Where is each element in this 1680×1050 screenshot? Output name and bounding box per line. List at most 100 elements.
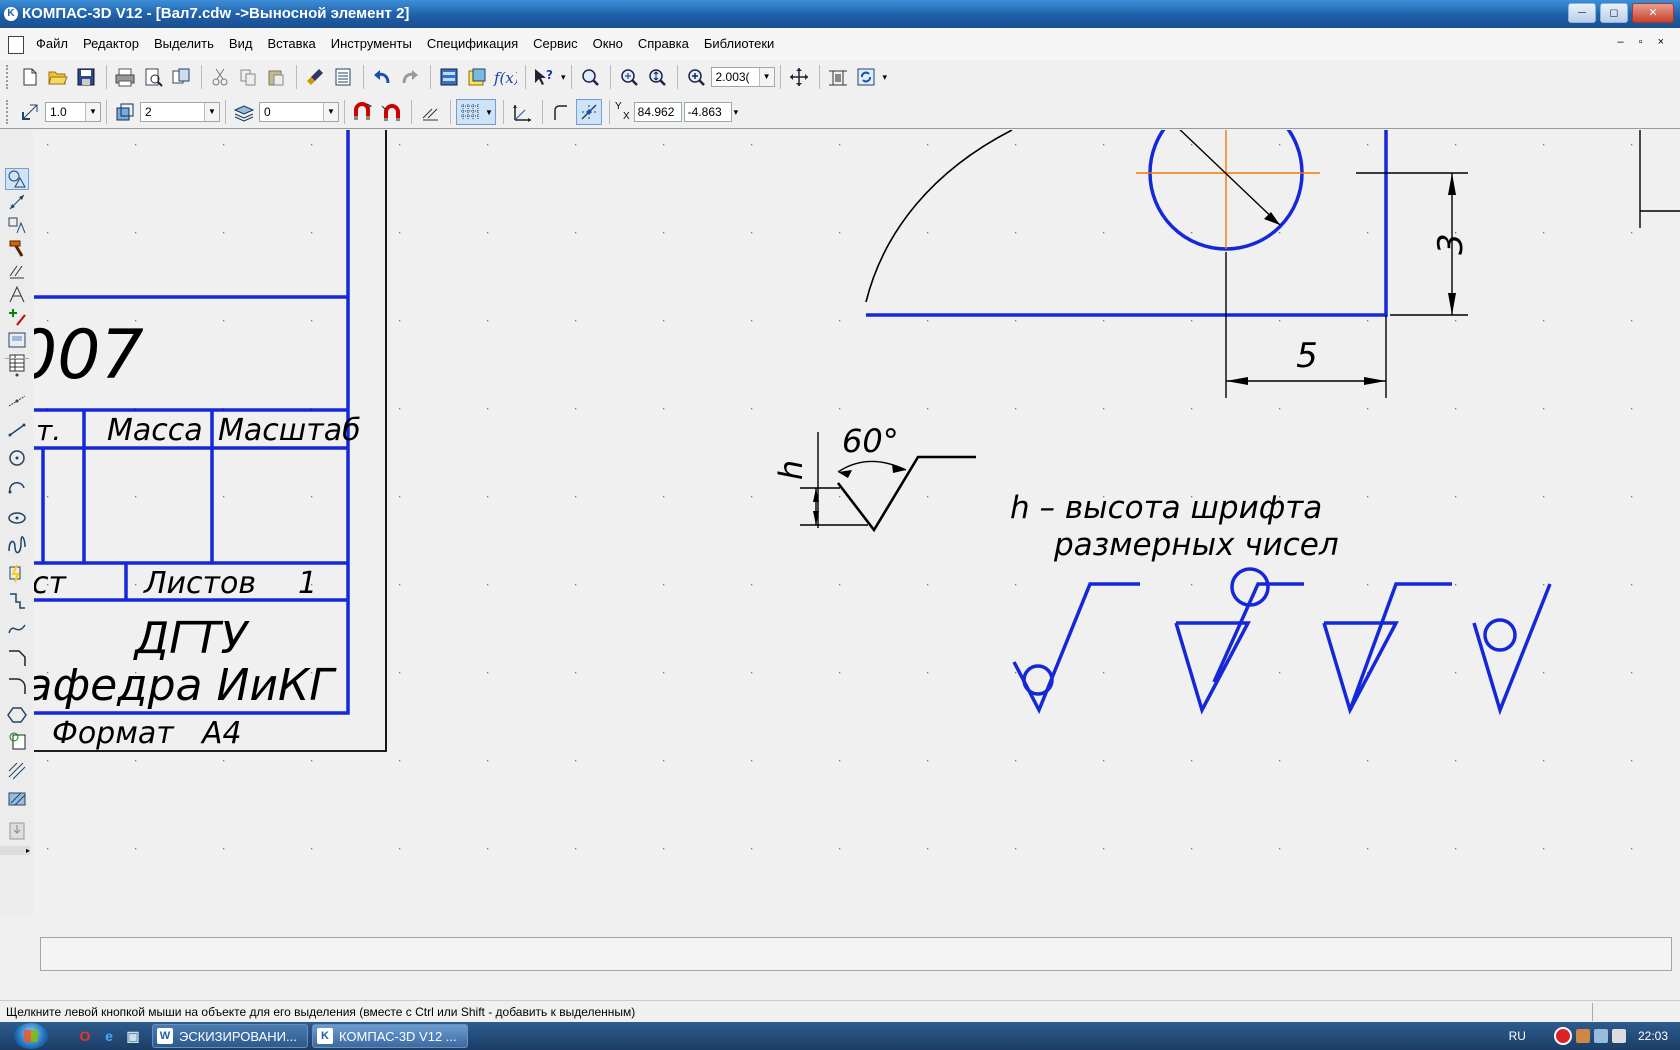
maximize-button[interactable]: ◻ [1600,3,1628,23]
print-button[interactable] [112,64,138,90]
command-input-area[interactable] [40,937,1672,971]
variables-button[interactable] [464,64,490,90]
language-indicator[interactable]: RU [1509,1029,1526,1043]
dimensions-panel-button[interactable] [5,191,29,213]
round-button[interactable] [548,99,574,125]
taskbar-item-kompas[interactable]: K КОМПАС-3D V12 ... [312,1024,468,1048]
menu-service[interactable]: Сервис [533,36,578,51]
copy-properties-button[interactable] [302,64,328,90]
minimize-button[interactable]: ─ [1568,3,1596,23]
parametrization-panel-button[interactable] [5,260,29,282]
chamfer-tool-button[interactable] [5,646,29,668]
measure-panel-button[interactable] [5,283,29,305]
zoom-frame-button[interactable] [577,64,603,90]
desktop-icon[interactable]: ▣ [124,1027,142,1045]
coord-y-field[interactable]: -4.863 [683,102,732,122]
zoom-in-button[interactable] [616,64,642,90]
close-button[interactable]: ✕ [1632,3,1674,23]
export-button[interactable] [168,64,194,90]
cut-button[interactable] [207,64,233,90]
undo-button[interactable] [369,64,395,90]
menu-file[interactable]: Файл [36,36,68,51]
chevron-down-icon[interactable]: ▼ [323,103,338,121]
new-document-button[interactable] [17,64,43,90]
clock[interactable]: 22:03 [1638,1029,1668,1043]
zoom-combo[interactable]: 2.003(▼ [710,67,775,87]
pan-button[interactable] [786,64,812,90]
select-panel-button[interactable] [5,306,29,328]
print-preview-button[interactable] [140,64,166,90]
spline-tool-button[interactable] [5,534,29,556]
menu-specification[interactable]: Спецификация [427,36,518,51]
toolbar-overflow[interactable]: ▾ [734,107,739,118]
menu-select[interactable]: Выделить [154,36,214,51]
redo-button[interactable] [397,64,423,90]
save-button[interactable] [73,64,99,90]
manager-button[interactable] [436,64,462,90]
view-combo[interactable]: 2 ▼ [140,102,220,122]
snap-toggle-button[interactable] [350,99,376,125]
function-button[interactable]: f(x) [492,64,518,90]
view-state-button[interactable] [112,99,138,125]
edit-panel-button[interactable] [5,237,29,259]
fill-tool-button[interactable] [5,788,29,810]
local-snaps-button[interactable] [378,99,404,125]
zoom-scale-button[interactable] [683,64,709,90]
show-all-button[interactable] [825,64,851,90]
help-pointer-button[interactable]: ? [531,64,557,90]
aux-line-tool-button[interactable] [5,389,29,411]
hatch-tool-button[interactable] [5,760,29,782]
taskbar-item-word[interactable]: W ЭСКИЗИРОВАНИ... [152,1024,308,1048]
circle-tool-button[interactable] [5,446,29,468]
fillet-tool-button[interactable] [5,674,29,696]
network-icon[interactable] [1593,1029,1608,1043]
menu-view[interactable]: Вид [229,36,253,51]
ortho-button[interactable] [417,99,443,125]
polygon-tool-button[interactable] [5,704,29,726]
arc-tool-button[interactable] [5,476,29,498]
chevron-down-icon[interactable]: ▼ [485,108,493,117]
menu-libraries[interactable]: Библиотеки [704,36,774,51]
drawing-canvas[interactable]: 007 т. Масса Масштаб ст Листов 1 ДГТУ Ка… [34,130,1680,927]
toolbar-overflow[interactable]: ▾ [561,72,566,83]
menu-window[interactable]: Окно [593,36,623,51]
toolbar-expand-arrow[interactable]: ▸ [0,846,30,855]
antivirus-icon[interactable] [1553,1027,1572,1045]
bezier-tool-button[interactable] [5,618,29,640]
flag-icon[interactable] [1575,1029,1590,1043]
layer-state-button[interactable] [231,99,257,125]
toolbar-extra-button[interactable] [5,820,29,842]
paste-button[interactable] [263,64,289,90]
cursor-step-button[interactable] [17,99,43,125]
segment-tool-button[interactable] [5,418,29,440]
open-button[interactable] [45,64,71,90]
properties-button[interactable] [330,64,356,90]
chevron-down-icon[interactable]: ▼ [758,68,774,86]
point-tool-button[interactable] [5,362,29,384]
grid-button[interactable]: ▼ [456,99,496,125]
designations-panel-button[interactable] [5,214,29,236]
ie-icon[interactable]: e [100,1027,118,1045]
menu-editor[interactable]: Редактор [83,36,139,51]
mdi-controls[interactable]: – ▫ × [1617,36,1670,48]
toolbar-handle[interactable] [6,100,11,124]
layer-combo[interactable]: 0 ▼ [259,102,339,122]
polyline-tool-button[interactable] [5,590,29,612]
menu-tools[interactable]: Инструменты [331,36,412,51]
document-icon[interactable] [8,36,24,54]
collection-tool-button[interactable] [5,730,29,752]
chevron-down-icon[interactable]: ▼ [204,103,219,121]
toolbar-handle[interactable] [6,65,11,89]
local-cs-button[interactable] [509,99,535,125]
copy-button[interactable] [235,64,261,90]
step-combo[interactable]: 1.0 ▼ [45,102,101,122]
kompas-app-icon[interactable]: K [4,7,18,21]
coord-x-field[interactable]: 84.962 [633,102,682,122]
zoom-out-button[interactable] [644,64,670,90]
ellipse-tool-button[interactable] [5,506,29,528]
geometry-panel-button[interactable] [5,168,29,190]
hatch-quick-button[interactable] [5,562,29,584]
refresh-button[interactable] [853,64,879,90]
parametric-mode-button[interactable] [576,99,602,125]
opera-icon[interactable]: O [76,1027,94,1045]
